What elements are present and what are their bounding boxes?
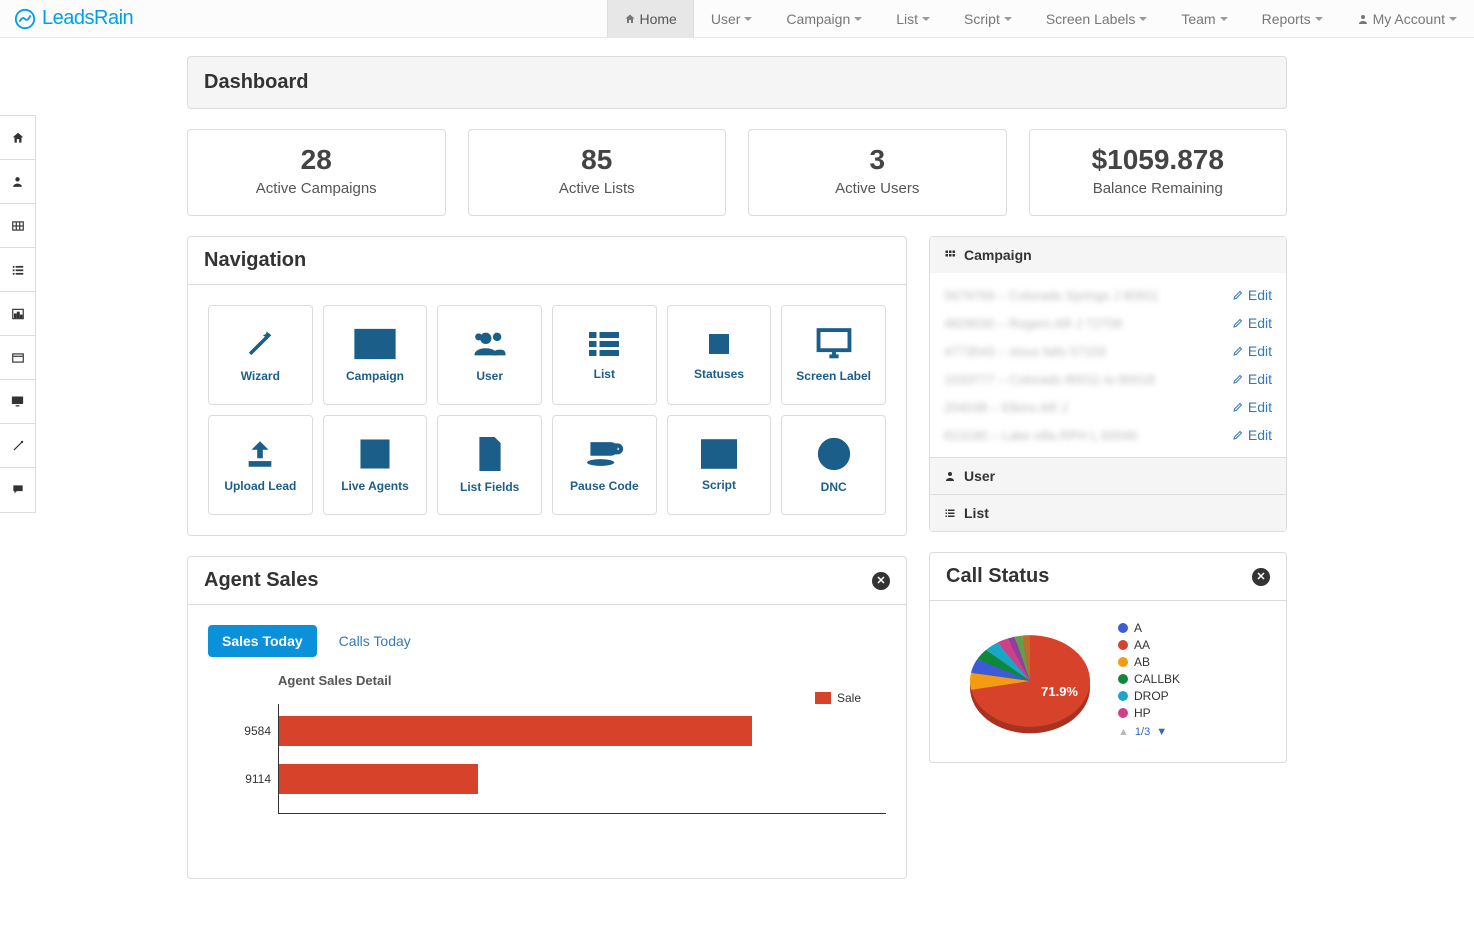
rail-wand-icon[interactable] [0, 424, 35, 468]
rail-list-icon[interactable] [0, 248, 35, 292]
nav-screen-labels[interactable]: Screen Labels [1029, 0, 1165, 37]
bar-chart-title: Agent Sales Detail [278, 673, 886, 688]
edit-link[interactable]: Edit [1232, 343, 1272, 359]
brand-logo[interactable]: LeadsRain [0, 0, 147, 37]
tile-live-agents[interactable]: Live Agents [323, 415, 428, 515]
stat-card: 85Active Lists [468, 129, 727, 216]
rail-user-icon[interactable] [0, 160, 35, 204]
agent-sales-panel: Agent Sales ✕ Sales Today Calls Today Ag… [187, 556, 907, 879]
chevron-down-icon [1139, 17, 1147, 21]
rail-home-icon[interactable] [0, 116, 35, 160]
legend-item: A [1118, 621, 1180, 635]
nav-campaign[interactable]: Campaign [769, 0, 879, 37]
home-icon [624, 13, 636, 25]
campaign-row: 5679769 – Colorado Springs J 80911Edit [930, 281, 1286, 309]
rail-window-icon[interactable] [0, 336, 35, 380]
stats-row: 28Active Campaigns 85Active Lists3Active … [187, 129, 1287, 216]
pencil-icon [1232, 289, 1244, 301]
edit-link[interactable]: Edit [1232, 287, 1272, 303]
edit-link[interactable]: Edit [1232, 427, 1272, 443]
call-status-panel: Call Status ✕ 71.9% AAAABCALLBKDROPHP ▲ … [929, 552, 1287, 763]
chevron-down-icon [744, 17, 752, 21]
edit-link[interactable]: Edit [1232, 371, 1272, 387]
navigation-panel: Navigation WizardCampaignUserListStatuse… [187, 236, 907, 536]
edit-link[interactable]: Edit [1232, 399, 1272, 415]
pencil-icon [1232, 401, 1244, 413]
call-status-title: Call Status [946, 565, 1049, 588]
campaign-row: 4773543 – sioux falls 57103Edit [930, 337, 1286, 365]
rail-grid-icon[interactable] [0, 204, 35, 248]
campaign-row: 4829030 – Rogers AR J 72758Edit [930, 309, 1286, 337]
chevron-down-icon [1004, 17, 1012, 21]
tile-screen-label[interactable]: Screen Label [781, 305, 886, 405]
stat-card: $1059.878Balance Remaining [1029, 129, 1288, 216]
bar-chart: 95849114 [278, 704, 886, 814]
legend-item: CALLBK [1118, 672, 1180, 686]
campaign-row: 204038 – Elkins AR JEdit [930, 393, 1286, 421]
tile-list[interactable]: List [552, 305, 657, 405]
pencil-icon [1232, 429, 1244, 441]
chevron-left-icon[interactable]: ▲ [1118, 726, 1129, 738]
chevron-down-icon [854, 17, 862, 21]
legend-item: HP [1118, 706, 1180, 720]
grid-icon [944, 249, 956, 261]
nav-team[interactable]: Team [1164, 0, 1244, 37]
navigation-title: Navigation [188, 237, 906, 285]
close-icon[interactable]: ✕ [1252, 568, 1270, 586]
pie-pager[interactable]: ▲ 1/3 ▼ [1118, 726, 1180, 738]
tile-dnc[interactable]: DNC [781, 415, 886, 515]
chevron-down-icon [1220, 17, 1228, 21]
legend-item: AB [1118, 655, 1180, 669]
legend-item: DROP [1118, 689, 1180, 703]
edit-link[interactable]: Edit [1232, 315, 1272, 331]
tile-list-fields[interactable]: List Fields [437, 415, 542, 515]
chevron-down-icon [922, 17, 930, 21]
tile-wizard[interactable]: Wizard [208, 305, 313, 405]
page-title: Dashboard [187, 56, 1287, 109]
logo-icon [14, 8, 36, 30]
user-icon [1357, 13, 1369, 25]
tile-script[interactable]: Script [667, 415, 772, 515]
campaign-row: 813190 – Lake villa RPH L 60046Edit [930, 421, 1286, 449]
pie-chart: 71.9% [950, 621, 1100, 731]
accordion-list-header[interactable]: List [930, 495, 1286, 531]
tile-upload-lead[interactable]: Upload Lead [208, 415, 313, 515]
nav-user[interactable]: User [694, 0, 770, 37]
chevron-down-icon [1315, 17, 1323, 21]
chevron-right-icon[interactable]: ▼ [1156, 726, 1167, 738]
pie-legend: AAAABCALLBKDROPHP [1118, 621, 1180, 720]
accordion: Campaign 5679769 – Colorado Springs J 80… [929, 236, 1287, 532]
pencil-icon [1232, 345, 1244, 357]
tile-statuses[interactable]: Statuses [667, 305, 772, 405]
nav-reports[interactable]: Reports [1245, 0, 1340, 37]
tile-user[interactable]: User [437, 305, 542, 405]
side-rail [0, 115, 36, 513]
nav-my-account[interactable]: My Account [1340, 0, 1474, 37]
tab-calls-today[interactable]: Calls Today [325, 625, 425, 657]
accordion-campaign-header[interactable]: Campaign [930, 237, 1286, 273]
nav-script[interactable]: Script [947, 0, 1029, 37]
close-icon[interactable]: ✕ [872, 572, 890, 590]
chevron-down-icon [1449, 17, 1457, 21]
rail-monitor-icon[interactable] [0, 380, 35, 424]
nav-list[interactable]: List [879, 0, 947, 37]
tile-pause-code[interactable]: Pause Code [552, 415, 657, 515]
pencil-icon [1232, 373, 1244, 385]
nav-home[interactable]: Home [607, 0, 694, 37]
top-nav: LeadsRain HomeUser Campaign List Script … [0, 0, 1474, 38]
rail-chart-icon[interactable] [0, 292, 35, 336]
tile-campaign[interactable]: Campaign [323, 305, 428, 405]
pencil-icon [1232, 317, 1244, 329]
list-icon [944, 507, 956, 519]
legend-item: AA [1118, 638, 1180, 652]
user-icon [944, 470, 956, 482]
accordion-user-header[interactable]: User [930, 458, 1286, 494]
stat-card: 28Active Campaigns [187, 129, 446, 216]
agent-sales-title: Agent Sales [204, 569, 318, 592]
brand-text: LeadsRain [42, 7, 133, 30]
rail-chat-icon[interactable] [0, 468, 35, 512]
campaign-row: 1033777 – Colorado 80011 to 80018Edit [930, 365, 1286, 393]
tab-sales-today[interactable]: Sales Today [208, 625, 317, 657]
stat-card: 3Active Users [748, 129, 1007, 216]
